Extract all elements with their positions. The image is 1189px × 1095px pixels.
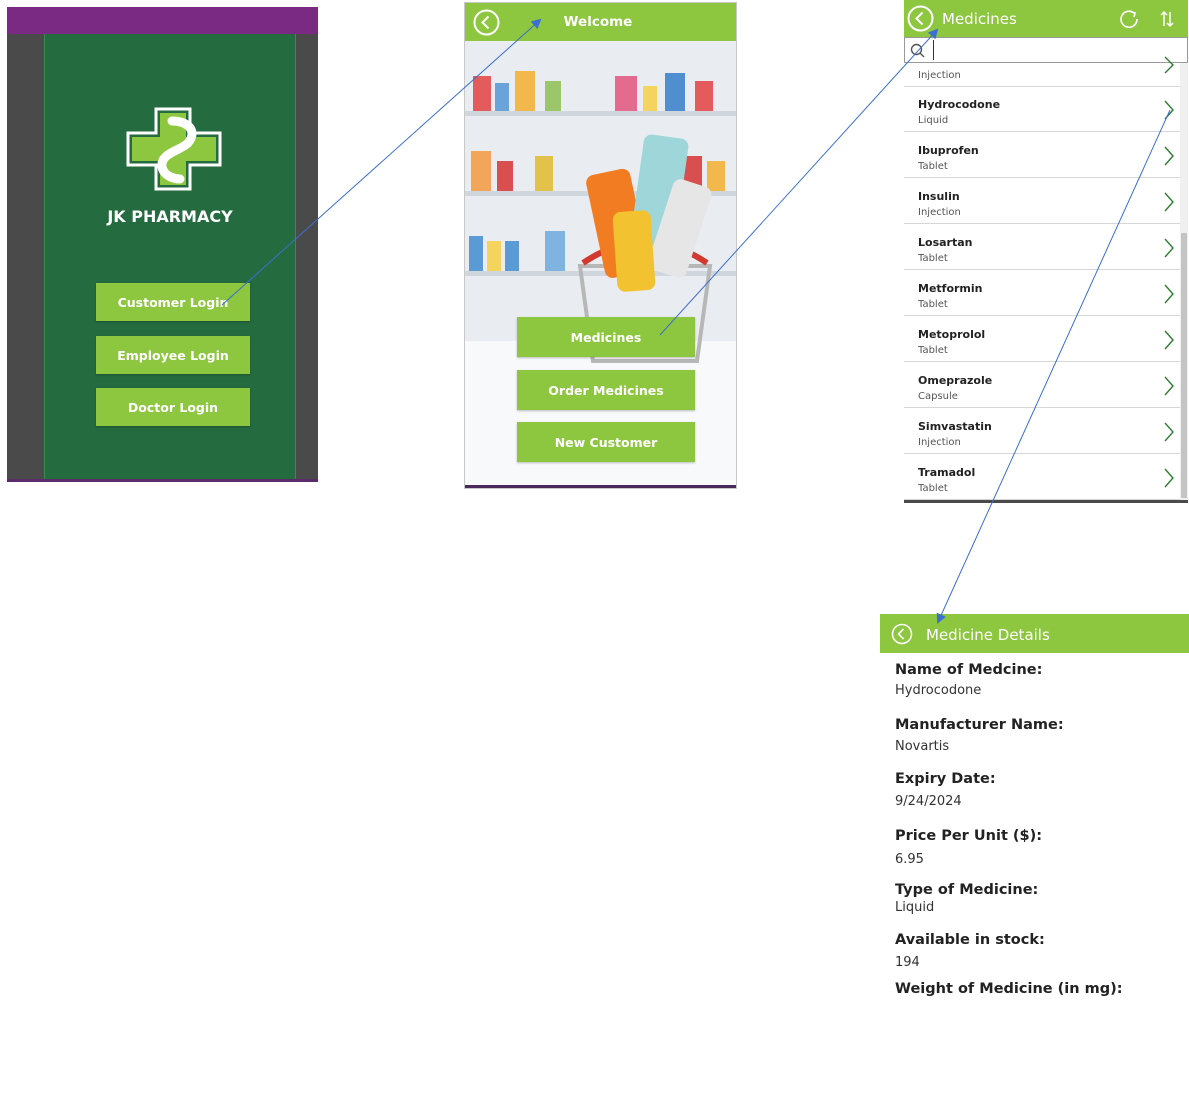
chevron-right-icon bbox=[1164, 238, 1174, 258]
details-label-stock: Available in stock: bbox=[895, 932, 1045, 948]
bottom-border bbox=[904, 500, 1188, 503]
list-item-type: Tablet bbox=[918, 161, 948, 172]
details-value-type: Liquid bbox=[895, 900, 935, 915]
scrollbar-thumb[interactable] bbox=[1181, 233, 1187, 498]
list-item[interactable]: Hydrocodone Liquid bbox=[904, 87, 1180, 132]
scrollbar-track[interactable] bbox=[1180, 63, 1188, 503]
chevron-right-icon bbox=[1164, 422, 1174, 442]
list-item-name: Tramadol bbox=[918, 466, 976, 479]
medicines-list: Hydrocodone Liquid Ibuprofen Tablet Insulin I… bbox=[904, 87, 1180, 503]
search-icon bbox=[910, 43, 925, 58]
welcome-screen: Welcome Medicines Order Medicines New Cu… bbox=[464, 2, 737, 489]
search-bar bbox=[904, 37, 1188, 63]
list-item-partial[interactable]: Injection bbox=[904, 56, 1180, 87]
list-item-name: Hydrocodone bbox=[918, 98, 1001, 111]
list-item-type: Injection bbox=[918, 207, 961, 218]
top-purple-bar bbox=[7, 7, 318, 34]
chevron-right-icon bbox=[1164, 56, 1174, 74]
list-item-type: Tablet bbox=[918, 345, 948, 356]
list-item[interactable]: Omeprazole Capsule bbox=[904, 363, 1180, 408]
logo-text: JK PHARMACY bbox=[107, 207, 233, 226]
chevron-right-icon bbox=[1164, 284, 1174, 304]
details-label-type: Type of Medicine: bbox=[895, 882, 1039, 898]
list-item-name: Ibuprofen bbox=[918, 144, 979, 157]
details-value-stock: 194 bbox=[895, 955, 920, 970]
order-medicines-button[interactable]: Order Medicines bbox=[517, 370, 695, 410]
list-item-type: Liquid bbox=[918, 115, 949, 126]
details-value-expiry: 9/24/2024 bbox=[895, 794, 962, 809]
medicines-header: Medicines bbox=[904, 0, 1188, 37]
chevron-right-icon bbox=[1164, 192, 1174, 212]
back-arrow-icon[interactable] bbox=[891, 623, 913, 645]
sort-icon[interactable] bbox=[1158, 9, 1176, 29]
list-item-name: Metformin bbox=[918, 282, 983, 295]
list-item-name: Simvastatin bbox=[918, 420, 992, 433]
bottom-purple-bar bbox=[7, 479, 318, 482]
medicines-screen: Medicines Injection Hydrocodone Liquid Ibu… bbox=[904, 0, 1188, 503]
list-item-type: Tablet bbox=[918, 483, 948, 494]
details-value-price: 6.95 bbox=[895, 852, 924, 867]
medicines-title: Medicines bbox=[942, 10, 1017, 28]
medicines-button[interactable]: Medicines bbox=[517, 317, 695, 357]
list-item-name: Losartan bbox=[918, 236, 973, 249]
login-screen: JK PHARMACY Customer Login Employee Logi… bbox=[7, 7, 318, 482]
medicine-details-screen: Medicine Details Name of Medcine: Hydroc… bbox=[880, 614, 1189, 1014]
welcome-header: Welcome bbox=[465, 3, 736, 41]
list-item[interactable]: Ibuprofen Tablet bbox=[904, 133, 1180, 178]
details-label-price: Price Per Unit ($): bbox=[895, 828, 1043, 844]
list-item[interactable]: Insulin Injection bbox=[904, 179, 1180, 224]
list-item[interactable]: Losartan Tablet bbox=[904, 225, 1180, 270]
details-label-manufacturer: Manufacturer Name: bbox=[895, 717, 1064, 733]
list-item-name: Metoprolol bbox=[918, 328, 986, 341]
details-label-expiry: Expiry Date: bbox=[895, 771, 996, 787]
back-arrow-icon[interactable] bbox=[907, 5, 934, 32]
list-item-type: Capsule bbox=[918, 391, 958, 402]
list-item-type: Tablet bbox=[918, 253, 948, 264]
list-item[interactable]: Simvastatin Injection bbox=[904, 409, 1180, 454]
details-value-name: Hydrocodone bbox=[895, 683, 982, 698]
list-item-name: Insulin bbox=[918, 190, 960, 203]
pharmacy-cross-logo-icon bbox=[126, 107, 222, 191]
details-label-name: Name of Medcine: bbox=[895, 662, 1043, 678]
doctor-login-button[interactable]: Doctor Login bbox=[96, 388, 250, 426]
list-item-name: Omeprazole bbox=[918, 374, 993, 387]
welcome-title: Welcome bbox=[563, 14, 633, 30]
details-value-manufacturer: Novartis bbox=[895, 739, 950, 754]
chevron-right-icon bbox=[1164, 468, 1174, 488]
chevron-right-icon bbox=[1164, 146, 1174, 166]
list-item[interactable]: Metoprolol Tablet bbox=[904, 317, 1180, 362]
customer-login-button[interactable]: Customer Login bbox=[96, 283, 250, 321]
list-item[interactable]: Metformin Tablet bbox=[904, 271, 1180, 316]
chevron-right-icon bbox=[1164, 100, 1174, 120]
details-label-weight: Weight of Medicine (in mg): bbox=[895, 981, 1123, 997]
list-item-type: Injection bbox=[918, 70, 961, 81]
list-item-type: Tablet bbox=[918, 299, 948, 310]
list-item[interactable]: Tramadol Tablet bbox=[904, 455, 1180, 500]
chevron-right-icon bbox=[1164, 376, 1174, 396]
details-title: Medicine Details bbox=[926, 626, 1050, 644]
list-item-type: Injection bbox=[918, 437, 961, 448]
refresh-icon[interactable] bbox=[1118, 8, 1140, 30]
search-input[interactable] bbox=[933, 40, 1184, 60]
bottom-bar bbox=[465, 485, 736, 488]
details-header: Medicine Details bbox=[880, 614, 1189, 653]
employee-login-button[interactable]: Employee Login bbox=[96, 336, 250, 374]
new-customer-button[interactable]: New Customer bbox=[517, 422, 695, 462]
chevron-right-icon bbox=[1164, 330, 1174, 350]
